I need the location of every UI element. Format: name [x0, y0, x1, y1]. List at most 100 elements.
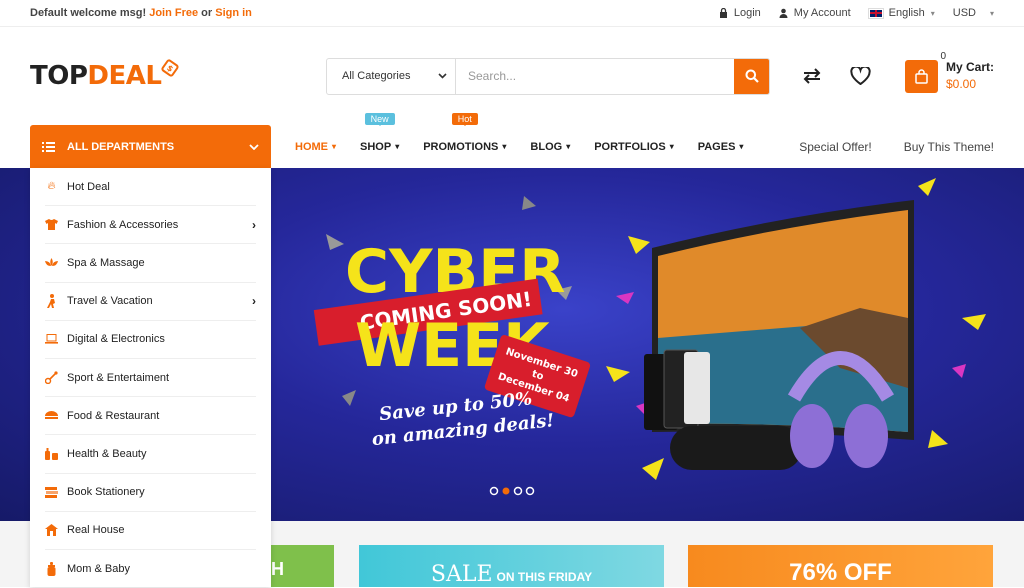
sidebar-item-food[interactable]: Food & Restaurant: [45, 397, 256, 436]
logo[interactable]: TOP DEAL $: [30, 58, 326, 91]
chevron-down-icon: ▾: [502, 142, 507, 151]
nav-item-label: PORTFOLIOS: [594, 140, 666, 153]
search-bar: All Categories Search...: [326, 57, 770, 95]
book-icon: [45, 486, 58, 499]
promo-green-text: H: [271, 559, 284, 579]
cart-button[interactable]: 0 My Cart: $0.00: [905, 51, 995, 93]
laptop-icon: [45, 333, 58, 346]
cart-icon-box: 0: [905, 51, 946, 93]
promo-discount-text: 76% OFF: [789, 559, 892, 586]
list-icon: [42, 141, 55, 152]
cart-label: My Cart:: [946, 60, 995, 74]
welcome-message: Default welcome msg! Join Free or Sign i…: [30, 7, 252, 19]
or-text: or: [201, 7, 213, 19]
chevron-down-icon: ▾: [739, 142, 744, 151]
my-account-label: My Account: [793, 7, 851, 19]
slider-dot[interactable]: [525, 486, 535, 496]
sidebar-item-mom-baby[interactable]: Mom & Baby: [45, 550, 256, 588]
search-button[interactable]: [734, 58, 769, 94]
sidebar-item-real-house[interactable]: Real House: [45, 512, 256, 550]
sidebar-item-label: Hot Deal: [67, 180, 110, 193]
slider-dots: [489, 486, 535, 496]
cart-total: $0.00: [946, 77, 977, 91]
main-nav: ALL DEPARTMENTS HOME ▾ New SHOP ▾ Hot PROM…: [0, 113, 1024, 168]
sport-icon: [45, 371, 58, 385]
sidebar-item-label: Real House: [67, 524, 125, 537]
sidebar-item-spa[interactable]: Spa & Massage: [45, 244, 256, 283]
sidebar-item-health[interactable]: Health & Beauty: [45, 435, 256, 474]
promo-banner-sale[interactable]: SALE ON THIS FRIDAY: [359, 545, 664, 587]
login-link[interactable]: Login: [719, 7, 761, 19]
sidebar-item-label: Food & Restaurant: [67, 409, 160, 422]
price-tag-icon: $: [160, 58, 181, 78]
all-departments-button[interactable]: ALL DEPARTMENTS: [30, 125, 271, 168]
slider-dot[interactable]: [513, 486, 523, 496]
currency-label: USD: [952, 7, 976, 19]
sidebar-item-label: Mom & Baby: [67, 562, 130, 575]
hot-badge: Hot: [451, 113, 478, 126]
sidebar-item-hot-deal[interactable]: 🔥︎ Hot Deal: [45, 168, 256, 207]
my-account-link[interactable]: My Account: [779, 7, 851, 19]
sidebar-item-travel[interactable]: Travel & Vacation ›: [45, 283, 256, 321]
beauty-icon: [45, 447, 58, 461]
buy-theme-link[interactable]: Buy This Theme!: [904, 140, 994, 154]
chevron-right-icon: ›: [252, 217, 256, 232]
all-departments-label: ALL DEPARTMENTS: [67, 140, 175, 153]
nav-item-label: PAGES: [697, 140, 736, 153]
currency-select[interactable]: USD ▾: [953, 7, 994, 19]
category-select[interactable]: All Categories: [327, 58, 456, 94]
nav-menu: HOME ▾ New SHOP ▾ Hot PROMOTIONS ▾ BLOG ▾ PO…: [283, 113, 756, 168]
language-select[interactable]: English ▾: [867, 7, 935, 19]
food-icon: [45, 409, 58, 422]
chevron-down-icon: ▾: [395, 142, 400, 151]
sidebar-item-digital[interactable]: Digital & Electronics: [45, 321, 256, 359]
chevron-down-icon: ▾: [989, 8, 994, 18]
nav-item-portfolios[interactable]: PORTFOLIOS ▾: [582, 125, 686, 168]
nav-item-label: BLOG: [530, 140, 563, 153]
sign-in-link[interactable]: Sign in: [215, 7, 252, 19]
sidebar-item-sport[interactable]: Sport & Entertaiment: [45, 359, 256, 398]
fire-icon: 🔥︎: [47, 180, 56, 193]
promo-banner-green[interactable]: H: [270, 545, 334, 587]
new-badge: New: [364, 113, 395, 126]
sidebar-item-fashion[interactable]: Fashion & Accessories ›: [45, 206, 256, 245]
nav-item-pages[interactable]: PAGES ▾: [686, 125, 756, 168]
chevron-down-icon: ▾: [332, 142, 337, 151]
chevron-down-icon: ▾: [930, 8, 935, 18]
nav-item-blog[interactable]: BLOG ▾: [518, 125, 582, 168]
logo-top: TOP: [30, 61, 88, 91]
sidebar-item-label: Book Stationery: [67, 486, 145, 499]
chevron-down-icon: ▾: [669, 142, 674, 151]
slider-dot[interactable]: [502, 487, 510, 495]
search-icon: [745, 69, 759, 83]
search-input[interactable]: Search...: [456, 59, 734, 94]
promo-sale-main: SALE: [430, 562, 493, 587]
nav-item-home[interactable]: HOME ▾: [283, 125, 348, 168]
shopping-bag-icon: [915, 68, 928, 84]
heart-icon[interactable]: [850, 67, 871, 85]
special-offer-link[interactable]: Special Offer!: [799, 140, 871, 154]
chevron-right-icon: ›: [252, 294, 256, 309]
logo-deal: DEAL: [87, 61, 162, 91]
chevron-down-icon: [438, 73, 447, 79]
lock-icon: [719, 8, 727, 18]
nav-item-promotions[interactable]: Hot PROMOTIONS ▾: [411, 113, 518, 168]
promo-sale-small: ON THIS FRIDAY: [496, 570, 593, 584]
shirt-icon: [45, 218, 58, 231]
promo-banner-discount[interactable]: 76% OFF: [688, 545, 993, 587]
baby-bottle-icon: [45, 561, 58, 576]
sidebar-item-label: Sport & Entertaiment: [67, 371, 170, 384]
house-icon: [45, 524, 58, 537]
compare-icon[interactable]: [802, 68, 822, 84]
sidebar-item-label: Health & Beauty: [67, 447, 147, 460]
chevron-down-icon: [249, 143, 259, 150]
sidebar-item-book[interactable]: Book Stationery: [45, 474, 256, 512]
join-free-link[interactable]: Join Free: [149, 7, 198, 19]
user-icon: [779, 8, 788, 18]
header: TOP DEAL $ All Categories Search... 0 My…: [0, 27, 1024, 125]
nav-item-shop[interactable]: New SHOP ▾: [348, 113, 411, 168]
language-label: English: [888, 7, 925, 19]
slider-dot[interactable]: [489, 486, 499, 496]
sidebar-item-label: Travel & Vacation: [67, 295, 153, 308]
chevron-down-icon: ▾: [566, 142, 571, 151]
